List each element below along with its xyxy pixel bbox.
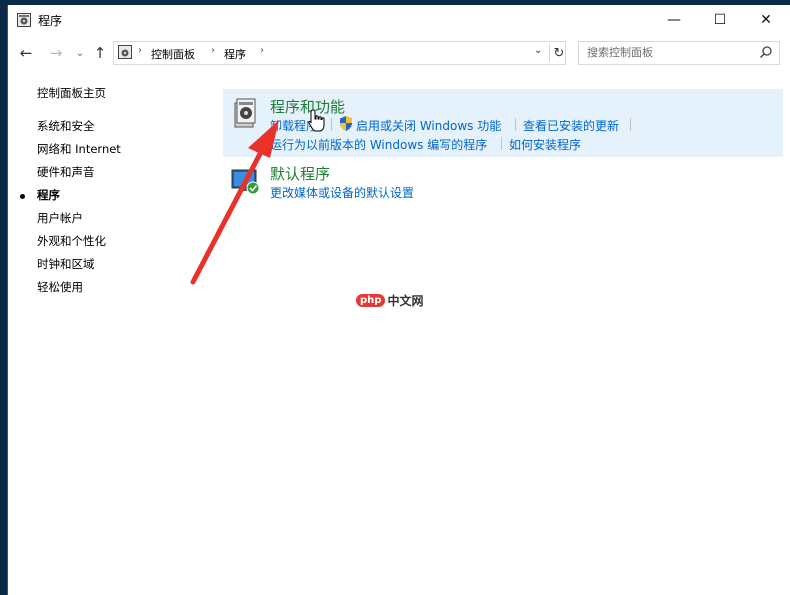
maximize-button[interactable]: ☐ (697, 5, 743, 35)
sidebar-item-network-internet[interactable]: 网络和 Internet (37, 141, 121, 157)
address-bar: ← → ⌄ ↑ › 控制面板 › 程序 › ⌄ ↻ (8, 39, 790, 69)
link-separator (501, 137, 502, 150)
uac-shield-icon (340, 116, 352, 131)
recent-locations-chevron-icon[interactable]: ⌄ (70, 43, 90, 63)
search-icon[interactable] (759, 45, 773, 59)
address-dropdown-chevron-icon[interactable]: ⌄ (534, 45, 542, 56)
programs-features-title[interactable]: 程序和功能 (270, 96, 345, 117)
sidebar-item-ease-of-access[interactable]: 轻松使用 (37, 279, 83, 295)
default-programs-title[interactable]: 默认程序 (270, 163, 330, 184)
programs-app-icon (17, 13, 31, 27)
address-field[interactable]: › 控制面板 › 程序 › ⌄ (113, 41, 566, 65)
up-arrow-icon[interactable]: ↑ (90, 43, 110, 63)
sidebar-item-user-accounts[interactable]: 用户帐户 (37, 210, 83, 226)
title-bar: 程序 — ☐ ✕ (8, 5, 790, 35)
search-box[interactable] (578, 41, 780, 65)
link-separator (630, 118, 631, 131)
window-title: 程序 (38, 14, 63, 28)
category-programs-features: 程序和功能 卸载程序 启用或关闭 Windows 功能 查看已安装的更新 运行为… (223, 89, 783, 157)
windows-features-link[interactable]: 启用或关闭 Windows 功能 (356, 117, 501, 134)
active-item-bullet (20, 194, 25, 199)
sidebar-item-programs[interactable]: 程序 (37, 187, 60, 203)
change-media-defaults-link[interactable]: 更改媒体或设备的默认设置 (270, 184, 414, 201)
search-input[interactable] (579, 42, 757, 62)
breadcrumb-control-panel[interactable]: 控制面板 (151, 46, 195, 62)
link-separator (331, 118, 332, 131)
default-programs-icon (231, 169, 260, 195)
category-default-programs: 默认程序 更改媒体或设备的默认设置 (223, 159, 783, 201)
forward-arrow-icon[interactable]: → (46, 43, 66, 63)
breadcrumb-programs[interactable]: 程序 (224, 46, 246, 62)
uninstall-program-link[interactable]: 卸载程序 (270, 117, 318, 134)
watermark-php-badge: php (356, 294, 386, 307)
sidebar-item-hardware-sound[interactable]: 硬件和声音 (37, 164, 95, 180)
refresh-icon[interactable]: ↻ (549, 44, 568, 62)
minimize-button[interactable]: — (651, 5, 697, 35)
breadcrumb-separator: › (260, 45, 264, 56)
sidebar-item-clock-region[interactable]: 时钟和区域 (37, 256, 95, 272)
site-watermark: php 中文网 (356, 292, 423, 309)
view-installed-updates-link[interactable]: 查看已安装的更新 (523, 117, 619, 134)
how-to-install-link[interactable]: 如何安装程序 (509, 136, 581, 153)
control-panel-window: 程序 — ☐ ✕ ← → ⌄ ↑ › 控制面板 › 程序 › ⌄ ↻ 搜索控制面… (7, 5, 790, 595)
programs-features-icon (234, 98, 256, 128)
programs-folder-icon (118, 45, 132, 59)
breadcrumb-separator: › (211, 45, 215, 56)
link-separator (515, 118, 516, 131)
breadcrumb-separator: › (138, 45, 142, 56)
sidebar-home-link[interactable]: 控制面板主页 (37, 85, 106, 101)
watermark-text: 中文网 (387, 294, 424, 308)
sidebar-item-appearance[interactable]: 外观和个性化 (37, 233, 106, 249)
close-button[interactable]: ✕ (743, 5, 789, 35)
sidebar-item-system-security[interactable]: 系统和安全 (37, 118, 95, 134)
compatibility-programs-link[interactable]: 运行为以前版本的 Windows 编写的程序 (270, 136, 487, 153)
back-arrow-icon[interactable]: ← (16, 43, 36, 63)
